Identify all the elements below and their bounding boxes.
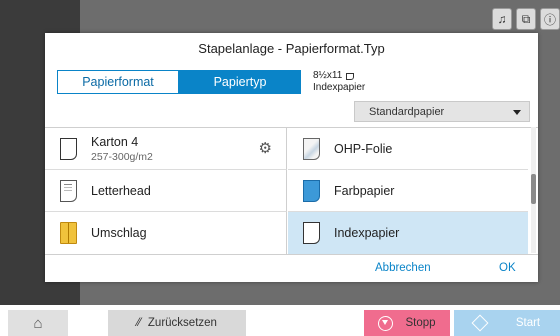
list-item-ohp-folie[interactable]: OHP-Folie xyxy=(288,128,528,170)
paper-size-text: 8½x11 xyxy=(313,70,343,81)
bell-icon[interactable]: ♫ xyxy=(492,8,512,30)
dialog-title: Stapelanlage - Papierformat.Typ xyxy=(198,40,385,56)
list-item-umschlag[interactable]: Umschlag xyxy=(45,212,287,254)
start-icon xyxy=(471,314,489,332)
tab-papiertyp[interactable]: Papiertyp xyxy=(179,70,301,94)
list-item-farbpapier[interactable]: Farbpapier xyxy=(288,170,528,212)
paper-orientation-icon xyxy=(346,72,355,80)
stop-button[interactable]: Stopp xyxy=(364,310,450,336)
paper-type-list: Karton 4 257-300g/m2 ⚙ OHP-Folie Letterh… xyxy=(45,127,538,254)
stop-label: Stopp xyxy=(405,317,436,329)
current-paper-info: 8½x11 Indexpapier xyxy=(313,70,365,94)
list-item-label: Letterhead xyxy=(91,183,151,198)
home-icon: ⌂ xyxy=(33,314,43,332)
list-item-label: Farbpapier xyxy=(334,183,395,198)
reset-icon: ⁄⁄ xyxy=(137,317,141,329)
reset-label: Zurücksetzen xyxy=(147,317,217,329)
document-icon xyxy=(303,222,320,244)
start-button[interactable]: Start xyxy=(454,310,560,336)
list-item-letterhead[interactable]: Letterhead xyxy=(45,170,287,212)
paper-category-dropdown[interactable]: Standardpapier xyxy=(354,101,530,122)
tab-papierformat[interactable]: Papierformat xyxy=(57,70,179,94)
reset-button[interactable]: ⁄⁄ Zurücksetzen xyxy=(108,310,246,336)
dropdown-value: Standardpapier xyxy=(369,105,445,118)
list-item-label: Karton 4 xyxy=(91,134,139,149)
list-item-label: Indexpapier xyxy=(334,226,400,240)
home-button[interactable]: ⌂ xyxy=(8,310,68,336)
paper-jam-icon[interactable]: ⧉ xyxy=(516,8,536,30)
scrollbar-thumb[interactable] xyxy=(531,174,536,204)
list-item-label: OHP-Folie xyxy=(334,141,393,156)
ok-button[interactable]: OK xyxy=(499,262,516,274)
gear-icon[interactable]: ⚙ xyxy=(259,139,272,157)
document-icon xyxy=(60,137,77,160)
transparency-icon xyxy=(303,137,320,160)
letterhead-icon xyxy=(60,179,77,202)
paper-type-dialog: Stapelanlage - Papierformat.Typ Papierfo… xyxy=(45,33,538,282)
list-item-sublabel: 257-300g/m2 xyxy=(91,150,153,163)
dialog-footer: Abbrechen OK xyxy=(45,254,538,282)
list-item-karton-4[interactable]: Karton 4 257-300g/m2 ⚙ xyxy=(45,128,287,170)
bottom-control-bar: ⌂ ⁄⁄ Zurücksetzen Stopp Start xyxy=(0,305,560,336)
top-status-icons: ♫ ⧉ ⓘ xyxy=(492,8,560,30)
list-item-indexpapier[interactable]: Indexpapier xyxy=(288,212,528,254)
paper-type-text: Indexpapier xyxy=(313,82,366,93)
cancel-button[interactable]: Abbrechen xyxy=(375,262,431,274)
stop-icon xyxy=(378,315,394,331)
list-item-label: Umschlag xyxy=(91,226,147,240)
tab-row: Papierformat Papiertyp 8½x11 Indexpapier xyxy=(57,68,537,96)
info-icon[interactable]: ⓘ xyxy=(540,8,560,30)
start-label: Start xyxy=(515,317,541,329)
colored-paper-icon xyxy=(303,179,320,202)
envelope-icon xyxy=(60,222,77,244)
chevron-down-icon xyxy=(513,110,521,115)
